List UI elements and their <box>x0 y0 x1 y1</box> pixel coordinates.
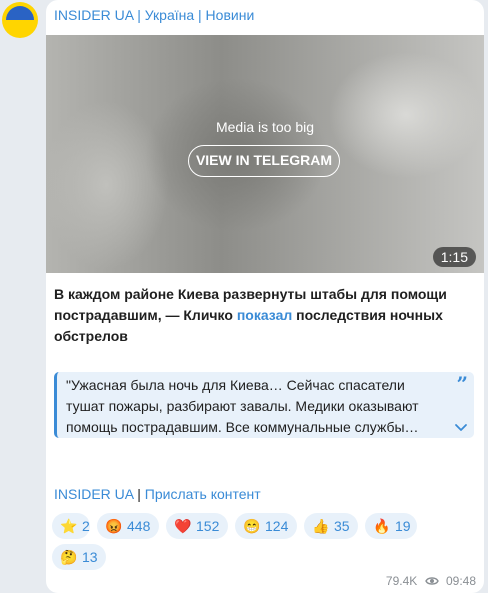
heart-emoji-icon: ❤️ <box>174 518 192 534</box>
reaction-star[interactable]: ⭐ 2 <box>52 513 90 539</box>
chevron-down-icon[interactable] <box>454 420 468 434</box>
message-time: 09:48 <box>445 574 476 588</box>
blockquote[interactable]: "Ужасная была ночь для Киева… Сейчас спа… <box>54 372 474 438</box>
view-count: 79.4K <box>385 574 418 588</box>
reaction-angry[interactable]: 😡 448 <box>97 513 159 539</box>
message-meta: 79.4K 09:48 <box>386 574 476 588</box>
reaction-fire[interactable]: 🔥 19 <box>365 513 417 539</box>
reaction-count: 13 <box>82 549 98 565</box>
footer-link-send-content[interactable]: Прислать контент <box>145 486 261 502</box>
media-too-big-note: Media is too big <box>215 119 315 135</box>
reaction-count: 152 <box>196 518 220 534</box>
reaction-thinking[interactable]: 🤔 13 <box>52 544 106 570</box>
thinking-emoji-icon: 🤔 <box>60 549 78 565</box>
thumbs-up-emoji-icon: 👍 <box>312 518 330 534</box>
reaction-thumbs-up[interactable]: 👍 35 <box>304 513 358 539</box>
message-text: В каждом районе Киева развернуты штабы д… <box>54 284 474 347</box>
message-bubble: INSIDER UA | Україна | Новини Media is t… <box>46 0 484 593</box>
reaction-grin[interactable]: 😁 124 <box>235 513 297 539</box>
reaction-count: 124 <box>265 518 289 534</box>
eye-icon <box>424 577 439 585</box>
reaction-count: 2 <box>82 518 90 534</box>
reaction-count: 19 <box>395 518 411 534</box>
quote-text: "Ужасная была ночь для Киева… Сейчас спа… <box>66 377 419 435</box>
star-emoji-icon: ⭐ <box>60 518 78 534</box>
fire-emoji-icon: 🔥 <box>373 518 391 534</box>
grin-emoji-icon: 😁 <box>243 518 261 534</box>
video-preview[interactable]: Media is too big VIEW IN TELEGRAM 1:15 <box>46 35 484 273</box>
footer-links: INSIDER UA | Прислать контент <box>54 486 261 502</box>
footer-link-insider[interactable]: INSIDER UA <box>54 486 133 502</box>
quote-icon: ” <box>456 372 468 396</box>
message-link[interactable]: показал <box>237 307 292 323</box>
video-duration: 1:15 <box>432 247 476 267</box>
channel-name[interactable]: INSIDER UA | Україна | Новини <box>54 7 254 23</box>
footer-separator: | <box>133 486 145 502</box>
reaction-count: 35 <box>334 518 350 534</box>
angry-emoji-icon: 😡 <box>105 518 123 534</box>
reaction-count: 448 <box>127 518 151 534</box>
trident-icon <box>6 6 34 34</box>
reaction-heart[interactable]: ❤️ 152 <box>166 513 228 539</box>
channel-avatar[interactable] <box>2 2 38 38</box>
view-in-telegram-button[interactable]: VIEW IN TELEGRAM <box>188 145 340 177</box>
